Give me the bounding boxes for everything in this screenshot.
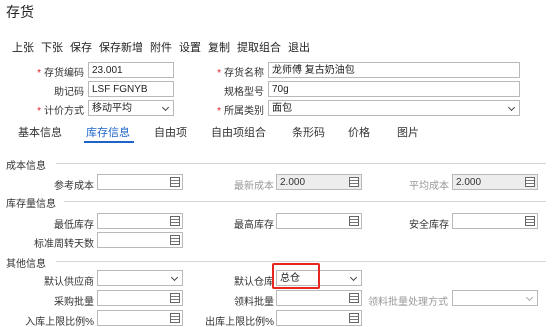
- mnemonic-label: 助记码: [54, 87, 84, 98]
- default-warehouse-label: 默认仓库: [234, 277, 274, 288]
- calculator-icon: [349, 177, 359, 187]
- default-supplier-label: 默认供应商: [44, 277, 94, 288]
- section-divider: [64, 201, 546, 202]
- toolbar: 上张 下张 保存 保存新增 附件 设置 复制 提取组合 退出: [12, 39, 317, 55]
- inventory-name-label: * 存货名称: [217, 68, 264, 79]
- pricing-method-label: * 计价方式: [37, 106, 84, 117]
- default-supplier-select[interactable]: [97, 270, 183, 286]
- calculator-icon[interactable]: [170, 177, 180, 187]
- reference-cost-label: 参考成本: [54, 181, 94, 192]
- turnover-days-field[interactable]: [97, 232, 183, 248]
- save-and-new-button[interactable]: 保存新增: [99, 39, 143, 55]
- max-stock-field[interactable]: [276, 213, 362, 229]
- tab-basic-info[interactable]: 基本信息: [18, 124, 62, 140]
- next-button[interactable]: 下张: [41, 39, 63, 55]
- safety-stock-label: 安全库存: [409, 220, 449, 231]
- tab-inventory-info[interactable]: 库存信息: [86, 124, 130, 140]
- outbound-limit-field[interactable]: [276, 310, 362, 326]
- tab-free-item-combination[interactable]: 自由项组合: [211, 124, 266, 140]
- pick-batch-label: 领料批量: [234, 297, 274, 308]
- purchase-batch-field[interactable]: [97, 290, 183, 306]
- cost-section-title: 成本信息: [6, 161, 46, 172]
- calculator-icon[interactable]: [170, 235, 180, 245]
- attachment-button[interactable]: 附件: [150, 39, 172, 55]
- settings-button[interactable]: 设置: [179, 39, 201, 55]
- section-divider: [56, 163, 546, 164]
- spec-label: 规格型号: [224, 87, 264, 98]
- tab-barcode[interactable]: 条形码: [292, 124, 325, 140]
- window-title: 存货: [6, 4, 34, 20]
- save-button[interactable]: 保存: [70, 39, 92, 55]
- highlight-box: [272, 263, 320, 289]
- calculator-icon[interactable]: [170, 293, 180, 303]
- min-stock-label: 最低库存: [54, 220, 94, 231]
- tab-price[interactable]: 价格: [348, 124, 370, 140]
- section-divider: [56, 261, 546, 262]
- turnover-days-label: 标准周转天数: [34, 239, 94, 250]
- other-section-title: 其他信息: [6, 259, 46, 270]
- min-stock-field[interactable]: [97, 213, 183, 229]
- safety-stock-field[interactable]: [452, 213, 538, 229]
- calculator-icon[interactable]: [170, 313, 180, 323]
- pick-batch-method-select: [452, 290, 538, 306]
- calculator-icon[interactable]: [349, 293, 359, 303]
- category-label: * 所属类别: [217, 106, 264, 117]
- latest-cost-label: 最新成本: [234, 181, 274, 192]
- inventory-code-label: * 存货编码: [37, 68, 84, 79]
- spec-field[interactable]: 70g: [268, 81, 520, 97]
- pick-batch-field[interactable]: [276, 290, 362, 306]
- inbound-limit-label: 入库上限比例%: [25, 317, 94, 327]
- inventory-code-field[interactable]: 23.001: [88, 62, 174, 78]
- latest-cost-field: 2.000: [276, 174, 362, 190]
- stock-section-title: 库存量信息: [6, 199, 56, 210]
- pick-batch-method-label: 领料批量处理方式: [368, 297, 448, 308]
- pricing-method-select[interactable]: 移动平均: [88, 100, 174, 116]
- category-select[interactable]: 面包: [268, 100, 520, 116]
- prev-button[interactable]: 上张: [12, 39, 34, 55]
- outbound-limit-label: 出库上限比例%: [205, 317, 274, 327]
- exit-button[interactable]: 退出: [288, 39, 310, 55]
- average-cost-label: 平均成本: [409, 181, 449, 192]
- reference-cost-field[interactable]: [97, 174, 183, 190]
- calculator-icon[interactable]: [349, 216, 359, 226]
- inventory-name-field[interactable]: 龙师傅 复古奶油包: [268, 62, 520, 78]
- average-cost-field: 2.000: [452, 174, 538, 190]
- calculator-icon[interactable]: [525, 216, 535, 226]
- purchase-batch-label: 采购批量: [54, 297, 94, 308]
- max-stock-label: 最高库存: [234, 220, 274, 231]
- extract-combination-button[interactable]: 提取组合: [237, 39, 281, 55]
- tab-bar: 基本信息 库存信息 自由项 自由项组合 条形码 价格 图片: [18, 124, 548, 146]
- tab-free-items[interactable]: 自由项: [154, 124, 187, 140]
- calculator-icon[interactable]: [349, 313, 359, 323]
- calculator-icon[interactable]: [170, 216, 180, 226]
- active-tab-indicator: [84, 141, 134, 143]
- calculator-icon: [525, 177, 535, 187]
- copy-button[interactable]: 复制: [208, 39, 230, 55]
- inbound-limit-field[interactable]: [97, 310, 183, 326]
- tab-image[interactable]: 图片: [397, 124, 419, 140]
- mnemonic-field[interactable]: LSF FGNYB: [88, 81, 174, 97]
